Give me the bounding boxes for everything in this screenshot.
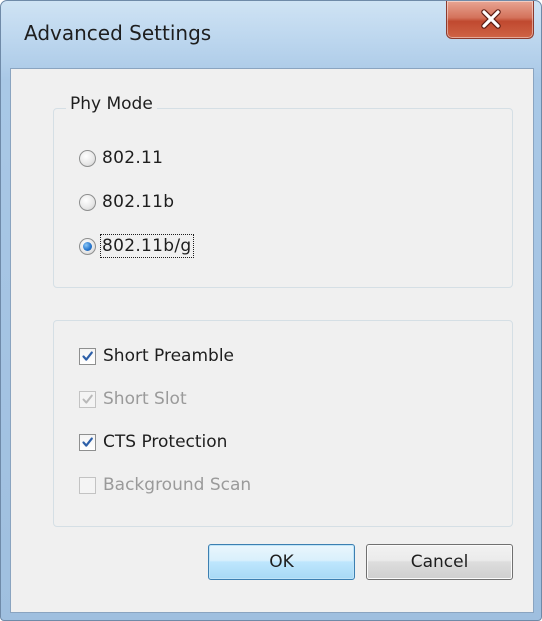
ok-button[interactable]: OK bbox=[208, 544, 355, 580]
radio-option-80211b[interactable]: 802.11b bbox=[79, 189, 174, 215]
checkbox-cts-protection[interactable]: CTS Protection bbox=[79, 429, 227, 455]
radio-button-selected[interactable] bbox=[79, 237, 96, 255]
close-icon bbox=[481, 9, 501, 29]
checkbox-short-slot[interactable]: Short Slot bbox=[79, 386, 187, 412]
window-title: Advanced Settings bbox=[24, 21, 212, 45]
radio-button[interactable] bbox=[79, 149, 96, 167]
close-button[interactable] bbox=[446, 1, 534, 39]
checkbox[interactable] bbox=[79, 433, 96, 451]
title-bar[interactable]: Advanced Settings bbox=[1, 1, 541, 67]
radio-option-80211[interactable]: 802.11 bbox=[79, 145, 163, 171]
cancel-button[interactable]: Cancel bbox=[366, 544, 513, 580]
radio-option-80211bg[interactable]: 802.11b/g bbox=[79, 233, 194, 259]
checkbox-label: Short Slot bbox=[103, 389, 187, 409]
checkbox-disabled bbox=[79, 476, 96, 494]
radio-label: 802.11 bbox=[102, 148, 164, 168]
checkbox-disabled bbox=[79, 390, 96, 408]
checkbox-background-scan[interactable]: Background Scan bbox=[79, 472, 251, 498]
checkmark-icon bbox=[82, 351, 93, 361]
radio-button[interactable] bbox=[79, 193, 96, 211]
checkbox-short-preamble[interactable]: Short Preamble bbox=[79, 343, 234, 369]
radio-label: 802.11b/g bbox=[100, 234, 194, 258]
checkmark-icon bbox=[82, 394, 93, 404]
advanced-settings-dialog: Advanced Settings Phy Mode 802.11 802.11… bbox=[0, 0, 542, 621]
checkmark-icon bbox=[82, 437, 93, 447]
checkbox[interactable] bbox=[79, 347, 96, 365]
dialog-client-area: Phy Mode 802.11 802.11b 802.11b/g Short … bbox=[10, 68, 534, 613]
checkbox-label: Background Scan bbox=[103, 475, 252, 495]
checkbox-label: CTS Protection bbox=[103, 432, 228, 452]
checkbox-label: Short Preamble bbox=[103, 346, 235, 366]
radio-label: 802.11b bbox=[102, 192, 175, 212]
phy-mode-legend: Phy Mode bbox=[66, 94, 157, 114]
